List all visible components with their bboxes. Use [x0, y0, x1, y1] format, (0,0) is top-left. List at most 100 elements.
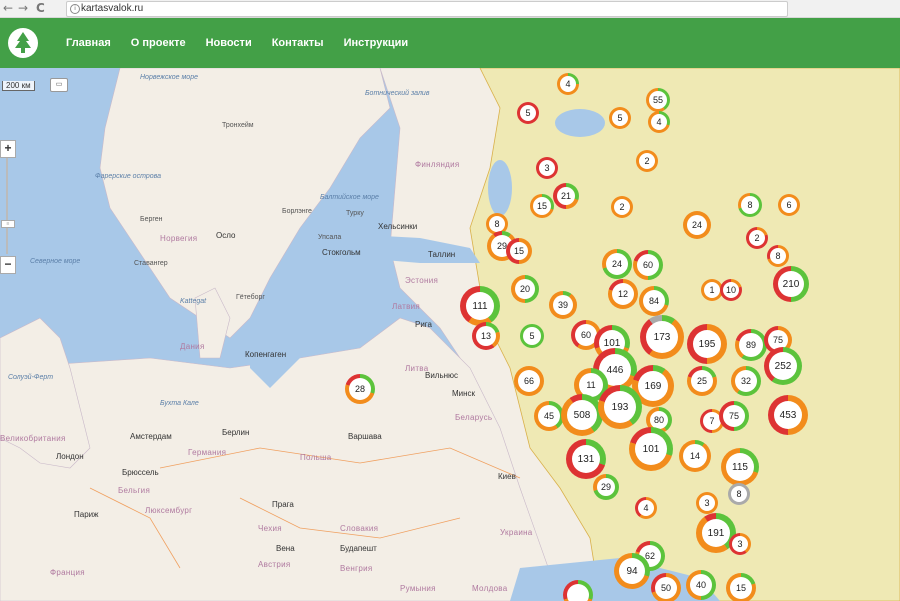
forward-button[interactable]: → — [18, 1, 28, 15]
cluster-marker[interactable]: 8 — [728, 483, 750, 505]
city-label: Вена — [276, 544, 295, 553]
cluster-marker[interactable]: 14 — [679, 440, 711, 472]
country-label: Австрия — [258, 560, 291, 569]
city-label: Стокгольм — [322, 248, 361, 257]
country-label: Дания — [180, 342, 205, 351]
cluster-marker[interactable]: 453 — [768, 395, 808, 435]
cluster-marker[interactable]: 5 — [520, 324, 544, 348]
country-label: Люксембург — [145, 506, 193, 515]
cluster-marker[interactable]: 15 — [726, 573, 756, 601]
country-label: Беларусь — [455, 413, 493, 422]
country-label: Норвегия — [160, 234, 198, 243]
zoom-slider-handle[interactable]: ≡ — [1, 220, 15, 228]
cluster-marker[interactable]: 5 — [609, 107, 631, 129]
cluster-marker[interactable]: 15 — [530, 194, 554, 218]
cluster-count: 3 — [699, 495, 715, 511]
cluster-count: 13 — [476, 326, 496, 346]
cluster-marker[interactable]: 3 — [536, 157, 558, 179]
cluster-marker[interactable]: 131 — [566, 439, 606, 479]
city-label: Гётеборг — [236, 294, 265, 301]
nav-news[interactable]: Новости — [206, 37, 252, 49]
cluster-marker[interactable]: 32 — [731, 366, 761, 396]
reload-button[interactable]: C — [36, 1, 45, 15]
cluster-marker[interactable]: 20 — [511, 275, 539, 303]
cluster-count: 4 — [638, 500, 654, 516]
cluster-marker[interactable]: 3 — [696, 492, 718, 514]
back-button[interactable]: ← — [3, 1, 13, 15]
cluster-marker[interactable]: 28 — [345, 374, 375, 404]
map-view[interactable]: Норвежское море Ботнический залив Балтий… — [0, 68, 900, 601]
cluster-count: 3 — [732, 536, 748, 552]
cluster-marker[interactable]: 2 — [611, 196, 633, 218]
cluster-marker[interactable]: 5 — [517, 102, 539, 124]
cluster-marker[interactable]: 3 — [729, 533, 751, 555]
sea-label: Норвежское море — [140, 74, 198, 81]
cluster-count: 94 — [619, 558, 645, 584]
cluster-marker[interactable]: 2 — [746, 227, 768, 249]
country-label: Словакия — [340, 524, 379, 533]
cluster-marker[interactable]: 4 — [635, 497, 657, 519]
cluster-marker[interactable]: 210 — [773, 266, 809, 302]
nav-about[interactable]: О проекте — [131, 37, 186, 49]
cluster-marker[interactable]: 50 — [651, 573, 681, 601]
ruler-icon[interactable]: ▭ — [50, 78, 68, 92]
cluster-marker[interactable]: 94 — [614, 553, 650, 589]
cluster-count: 10 — [723, 282, 739, 298]
nav-contacts[interactable]: Контакты — [272, 37, 324, 49]
zoom-in-button[interactable]: + — [0, 140, 16, 158]
cluster-marker[interactable]: 24 — [602, 249, 632, 279]
cluster-marker[interactable]: 25 — [687, 366, 717, 396]
cluster-marker[interactable]: 6 — [778, 194, 800, 216]
cluster-marker[interactable]: 40 — [686, 570, 716, 600]
cluster-marker[interactable]: 60 — [633, 250, 663, 280]
cluster-marker[interactable]: 508 — [561, 394, 603, 436]
cluster-marker[interactable]: 115 — [721, 448, 759, 486]
cluster-marker[interactable]: 89 — [735, 329, 767, 361]
nav-home[interactable]: Главная — [66, 37, 111, 49]
cluster-count: 2 — [614, 199, 630, 215]
cluster-marker[interactable]: 4 — [557, 73, 579, 95]
sea-label: Северное море — [30, 258, 81, 265]
cluster-marker[interactable]: 111 — [460, 286, 500, 326]
cluster-count: 252 — [769, 352, 797, 380]
cluster-marker[interactable]: 45 — [534, 401, 564, 431]
cluster-count: 50 — [655, 577, 677, 599]
cluster-count: 3 — [539, 160, 555, 176]
cluster-count: 5 — [520, 105, 536, 121]
zoom-out-button[interactable]: − — [0, 256, 16, 274]
cluster-marker[interactable]: 15 — [506, 238, 532, 264]
cluster-marker[interactable]: 101 — [629, 427, 673, 471]
cluster-marker[interactable]: 12 — [608, 279, 638, 309]
cluster-marker[interactable]: 84 — [639, 286, 669, 316]
cluster-marker[interactable]: 2 — [636, 150, 658, 172]
zoom-slider-track[interactable] — [6, 158, 8, 254]
cluster-marker[interactable]: 8 — [767, 245, 789, 267]
sea-label: Бухта Кале — [160, 400, 199, 407]
cluster-marker[interactable]: 39 — [549, 291, 577, 319]
cluster-marker[interactable]: 10 — [720, 279, 742, 301]
address-bar[interactable]: i kartasvalok.ru — [66, 1, 788, 17]
cluster-marker[interactable]: 252 — [764, 347, 802, 385]
cluster-marker[interactable]: 55 — [646, 88, 670, 112]
tree-logo-icon[interactable] — [8, 28, 38, 58]
cluster-marker[interactable]: 4 — [648, 111, 670, 133]
cluster-marker[interactable]: 195 — [687, 324, 727, 364]
cluster-marker[interactable]: 13 — [472, 322, 500, 350]
cluster-marker[interactable]: 29 — [593, 474, 619, 500]
info-icon[interactable]: i — [70, 4, 80, 14]
cluster-marker[interactable]: 173 — [640, 315, 684, 359]
nav-instructions[interactable]: Инструкции — [344, 37, 409, 49]
city-label: Амстердам — [130, 432, 172, 441]
cluster-marker[interactable]: 193 — [598, 385, 642, 429]
cluster-count: 191 — [702, 519, 730, 547]
cluster-marker[interactable]: 66 — [514, 366, 544, 396]
cluster-marker[interactable]: 24 — [683, 211, 711, 239]
cluster-marker[interactable]: 21 — [553, 183, 579, 209]
city-label: Прага — [272, 500, 294, 509]
country-label: Латвия — [392, 302, 421, 311]
city-label: Турку — [346, 210, 364, 217]
cluster-marker[interactable]: 75 — [719, 401, 749, 431]
city-label: Таллин — [428, 250, 456, 259]
city-label: Лондон — [56, 452, 84, 461]
cluster-marker[interactable]: 8 — [738, 193, 762, 217]
